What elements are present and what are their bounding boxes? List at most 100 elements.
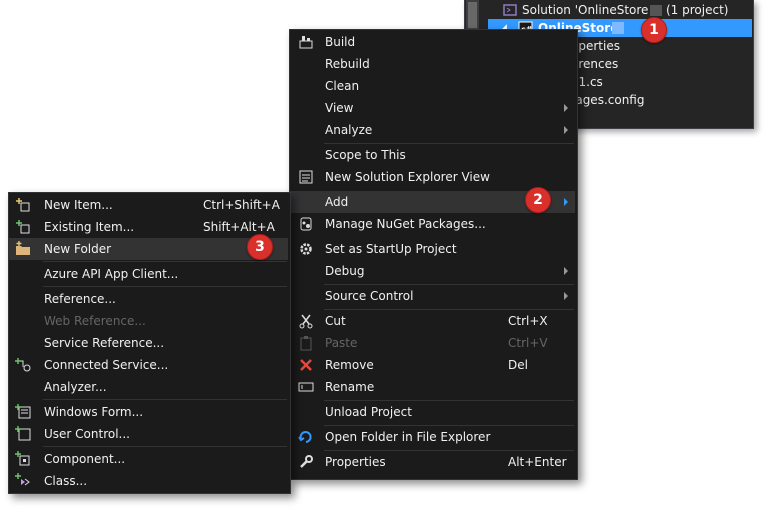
menu-item-label: Connected Service...: [44, 358, 169, 372]
menu-item-label: Analyzer...: [44, 380, 107, 394]
shortcut-label: Alt+Enter: [508, 455, 567, 469]
connected-service-icon: [15, 358, 31, 372]
menu-item-clean[interactable]: Clean: [290, 75, 575, 97]
menu-item-rebuild[interactable]: Rebuild: [290, 53, 575, 75]
shortcut-label: Ctrl+X: [508, 314, 548, 328]
menu-item-label: Azure API App Client...: [44, 267, 179, 281]
menu-separator: [43, 286, 287, 287]
submenu-item-azure-api[interactable]: Azure API App Client...: [9, 263, 288, 285]
menu-item-analyze[interactable]: Analyze: [290, 119, 575, 141]
scrollbar-thumb[interactable]: [468, 2, 477, 28]
class-icon: [15, 473, 30, 486]
menu-item-build[interactable]: Build: [290, 31, 575, 53]
menu-item-label: Source Control: [325, 289, 414, 303]
menu-item-label: Windows Form...: [44, 405, 144, 419]
redacted-block: [612, 22, 624, 34]
menu-item-label: Cut: [325, 314, 346, 328]
submenu-arrow-icon: [564, 126, 568, 134]
menu-item-label: User Control...: [44, 427, 130, 441]
existing-item-icon: [16, 220, 30, 234]
step-badge-1: 1: [641, 17, 667, 43]
shortcut-label: Ctrl+Shift+A: [203, 198, 280, 212]
windows-form-icon: [15, 404, 31, 419]
solution-icon: [503, 4, 517, 16]
component-icon: [15, 451, 30, 466]
rename-icon: [298, 382, 314, 392]
menu-item-label: Rebuild: [325, 57, 370, 71]
menu-item-label: Web Reference...: [44, 314, 146, 328]
new-item-icon: [16, 198, 30, 212]
new-window-icon: [299, 170, 313, 184]
menu-item-label: Class...: [44, 474, 88, 488]
menu-item-scope-to-this[interactable]: Scope to This: [290, 144, 575, 166]
menu-item-label: Scope to This: [325, 148, 406, 162]
menu-item-label: Debug: [325, 264, 365, 278]
shortcut-label: Del: [508, 358, 528, 372]
submenu-item-existing-item[interactable]: Existing Item... Shift+Alt+A: [9, 216, 288, 238]
menu-item-new-solution-explorer-view[interactable]: New Solution Explorer View: [290, 166, 575, 188]
submenu-item-connected-service[interactable]: Connected Service...: [9, 354, 288, 376]
menu-item-label: Existing Item...: [44, 220, 135, 234]
menu-item-view[interactable]: View: [290, 97, 575, 119]
redacted-block: [650, 5, 662, 16]
submenu-item-reference[interactable]: Reference...: [9, 288, 288, 310]
menu-item-label: New Item...: [44, 198, 113, 212]
step-badge-3: 3: [247, 234, 273, 260]
menu-item-label: Service Reference...: [44, 336, 165, 350]
menu-item-label: Build: [325, 35, 356, 49]
menu-separator: [43, 261, 287, 262]
menu-item-set-startup[interactable]: Set as StartUp Project: [290, 238, 575, 260]
menu-item-properties[interactable]: Properties Alt+Enter: [290, 451, 575, 473]
open-folder-icon: [298, 431, 312, 443]
submenu-item-analyzer[interactable]: Analyzer...: [9, 376, 288, 398]
submenu-item-new-folder[interactable]: New Folder: [9, 238, 288, 260]
menu-item-unload-project[interactable]: Unload Project: [290, 401, 575, 423]
menu-item-manage-nuget[interactable]: Manage NuGet Packages...: [290, 213, 575, 235]
tree-item-properties[interactable]: operties: [571, 37, 620, 55]
menu-item-label: Reference...: [44, 292, 116, 306]
build-icon: [299, 36, 313, 49]
nuget-icon: [300, 217, 312, 231]
solution-label: Solution 'OnlineStore: [522, 3, 649, 17]
shortcut-label: Ctrl+V: [508, 336, 548, 350]
menu-item-label: New Folder: [44, 242, 112, 256]
submenu-item-web-reference: Web Reference...: [9, 310, 288, 332]
menu-item-paste: Paste Ctrl+V: [290, 332, 575, 354]
menu-item-label: New Solution Explorer View: [325, 170, 490, 184]
submenu-item-new-item[interactable]: New Item... Ctrl+Shift+A: [9, 194, 288, 216]
submenu-item-service-reference[interactable]: Service Reference...: [9, 332, 288, 354]
menu-item-rename[interactable]: Rename: [290, 376, 575, 398]
menu-item-cut[interactable]: Cut Ctrl+X: [290, 310, 575, 332]
add-submenu: New Item... Ctrl+Shift+A Existing Item..…: [8, 192, 291, 494]
menu-item-label: Analyze: [325, 123, 373, 137]
submenu-arrow-icon: [564, 104, 568, 112]
menu-item-label: Rename: [325, 380, 375, 394]
new-folder-icon: [16, 241, 30, 255]
menu-item-remove[interactable]: Remove Del: [290, 354, 575, 376]
submenu-item-component[interactable]: Component...: [9, 448, 288, 470]
tree-item-references[interactable]: erences: [571, 55, 618, 73]
menu-item-label: Unload Project: [325, 405, 412, 419]
gear-icon: [300, 243, 312, 255]
menu-separator: [43, 446, 287, 447]
submenu-arrow-icon: [564, 267, 568, 275]
project-context-menu: Build Rebuild Clean View Analyze Scope t…: [289, 29, 578, 480]
menu-item-label: Manage NuGet Packages...: [325, 217, 486, 231]
menu-item-label: Clean: [325, 79, 360, 93]
menu-item-label: Properties: [325, 455, 386, 469]
menu-item-label: Paste: [325, 336, 358, 350]
step-badge-2: 2: [525, 187, 551, 213]
menu-item-source-control[interactable]: Source Control: [290, 285, 575, 307]
submenu-arrow-icon: [564, 292, 568, 300]
scissors-icon: [299, 314, 313, 329]
solution-project-count: (1 project): [666, 3, 729, 17]
menu-separator: [43, 399, 287, 400]
submenu-item-class[interactable]: Class...: [9, 470, 288, 492]
submenu-item-user-control[interactable]: User Control...: [9, 423, 288, 445]
menu-item-label: View: [325, 101, 354, 115]
menu-item-label: Component...: [44, 452, 126, 466]
submenu-item-windows-form[interactable]: Windows Form...: [9, 401, 288, 423]
menu-item-label: Open Folder in File Explorer: [325, 430, 491, 444]
menu-item-open-folder[interactable]: Open Folder in File Explorer: [290, 426, 575, 448]
menu-item-debug[interactable]: Debug: [290, 260, 575, 282]
